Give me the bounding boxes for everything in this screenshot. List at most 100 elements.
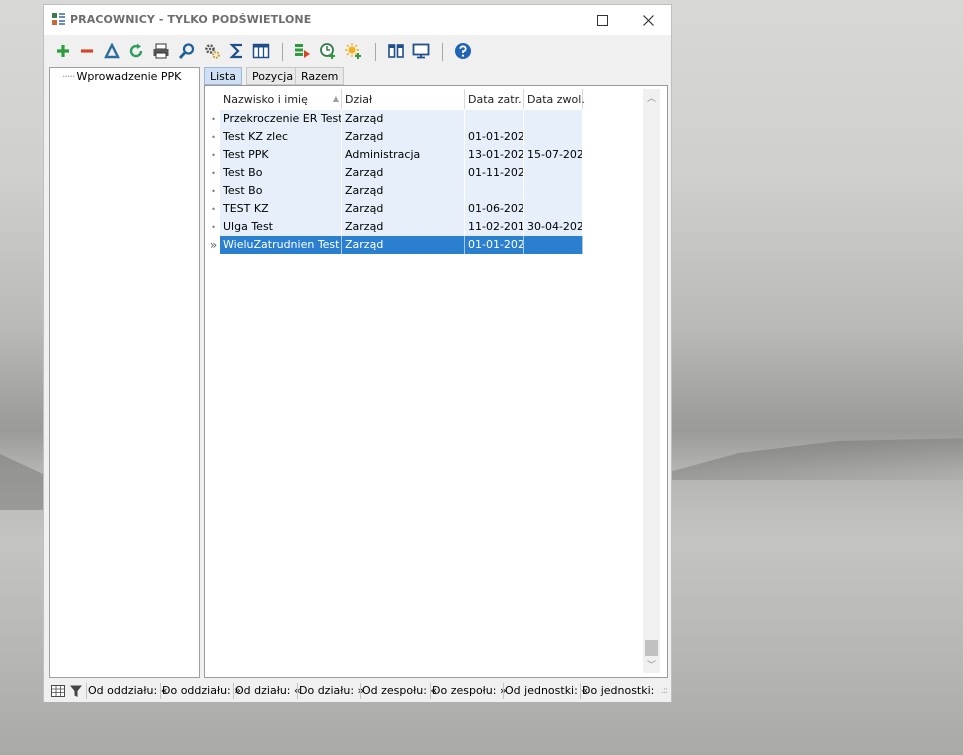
title-bar[interactable]: PRACOWNICY - TYLKO PODŚWIETLONE (44, 5, 671, 35)
export-icon (295, 44, 310, 58)
cell-department[interactable]: Zarząd (342, 164, 465, 182)
current-row-icon: » (207, 236, 220, 254)
column-header-hire-date[interactable]: Data zatr. (465, 89, 524, 109)
cell-department[interactable]: Zarząd (342, 128, 465, 146)
table-row[interactable]: •Test BoZarząd01-11-2021 (207, 164, 583, 182)
cell-name[interactable]: Test Bo (220, 164, 342, 182)
cell-leave-date[interactable] (524, 110, 583, 128)
cell-name[interactable]: TEST KZ (220, 200, 342, 218)
columns-button[interactable] (251, 41, 271, 61)
employee-grid: Nazwisko i imię ▲ Dział Data zatr. Data … (204, 85, 668, 678)
highlight-button[interactable] (343, 41, 363, 61)
sort-ascending-icon: ▲ (332, 94, 339, 103)
clock-button[interactable] (318, 41, 338, 61)
maximize-button[interactable] (579, 5, 625, 35)
cell-hire-date[interactable]: 01-06-2022 (465, 200, 524, 218)
toolbar-separator (282, 43, 283, 61)
table-row[interactable]: •TEST KZZarząd01-06-2022 (207, 200, 583, 218)
cell-leave-date[interactable]: 15-07-2023 (524, 146, 583, 164)
cell-leave-date[interactable] (524, 164, 583, 182)
table-row[interactable]: •Ulga TestZarząd11-02-201330-04-2023 (207, 218, 583, 236)
row-indicator-icon: • (207, 164, 220, 182)
column-header-department[interactable]: Dział (342, 89, 465, 109)
cell-hire-date[interactable]: 01-01-2023 (465, 236, 524, 254)
table-row[interactable]: »WieluZatrudnien TestZarząd01-01-2023 (207, 236, 583, 254)
edit-button[interactable] (102, 41, 122, 61)
cell-name[interactable]: Test Bo (220, 182, 342, 200)
cell-department[interactable]: Administracja (342, 146, 465, 164)
status-filter-item[interactable]: Do działu: » (299, 684, 364, 697)
status-filter-item[interactable]: Do zespołu: » (432, 684, 507, 697)
cell-leave-date[interactable]: 30-04-2023 (524, 218, 583, 236)
vertical-scrollbar[interactable]: ︿ ﹀ (643, 89, 660, 673)
cell-department[interactable]: Zarząd (342, 218, 465, 236)
status-filter-item[interactable]: Do jednostki: (582, 684, 654, 697)
sum-button[interactable] (227, 41, 247, 61)
toolbar-separator (375, 43, 376, 61)
status-filter-item[interactable]: Do oddziału: » (162, 684, 241, 697)
cell-name[interactable]: Test KZ zlec (220, 128, 342, 146)
tab-pozycja[interactable]: Pozycja (246, 67, 300, 85)
tab-lista[interactable]: Lista (204, 67, 242, 85)
grid-view-icon[interactable] (51, 684, 65, 698)
status-filter-item[interactable]: Od oddziału: « (88, 684, 167, 697)
remove-button[interactable] (77, 41, 97, 61)
close-button[interactable] (625, 5, 671, 35)
maximize-icon (596, 14, 608, 26)
cell-leave-date[interactable] (524, 182, 583, 200)
pracownicy-window: PRACOWNICY - TYLKO PODŚWIETLONE ····· Wp… (43, 4, 672, 702)
add-button[interactable] (53, 41, 73, 61)
cell-department[interactable]: Zarząd (342, 236, 465, 254)
toolbar (44, 35, 671, 67)
cell-leave-date[interactable] (524, 128, 583, 146)
cell-department[interactable]: Zarząd (342, 110, 465, 128)
cell-name[interactable]: Przekroczenie ER Test (220, 110, 342, 128)
cell-name[interactable]: Ulga Test (220, 218, 342, 236)
monitor-icon (412, 43, 430, 59)
column-header-leave-date[interactable]: Data zwol. (524, 89, 585, 109)
cell-name[interactable]: Test PPK (220, 146, 342, 164)
status-separator (233, 683, 234, 699)
cell-hire-date[interactable]: 01-01-2023 (465, 128, 524, 146)
tab-razem[interactable]: Razem (295, 67, 345, 85)
refresh-button[interactable] (126, 41, 146, 61)
filter-icon[interactable] (69, 684, 83, 698)
cell-department[interactable]: Zarząd (342, 200, 465, 218)
search-button[interactable] (177, 41, 197, 61)
cell-leave-date[interactable] (524, 200, 583, 218)
cell-hire-date[interactable]: 13-01-2023 (465, 146, 524, 164)
scroll-thumb[interactable] (645, 640, 658, 656)
settings-button[interactable] (202, 41, 222, 61)
table-row[interactable]: • Test Bo Zarząd (207, 182, 583, 200)
tree-item-wprowadzenie-ppk[interactable]: ····· Wprowadzenie PPK (62, 70, 181, 83)
scroll-up-icon[interactable]: ︿ (643, 89, 660, 106)
refresh-icon (129, 43, 143, 58)
cell-name[interactable]: WieluZatrudnien Test (220, 236, 342, 254)
cell-hire-date[interactable]: 11-02-2013 (465, 218, 524, 236)
highlight-icon (345, 43, 361, 59)
status-separator (297, 683, 298, 699)
cell-hire-date[interactable]: 01-11-2021 (465, 164, 524, 182)
cell-leave-date[interactable] (524, 236, 583, 254)
split-view-button[interactable] (386, 41, 406, 61)
column-header-name[interactable]: Nazwisko i imię ▲ (220, 89, 342, 109)
search-icon (178, 43, 195, 59)
status-bar: .:: Od oddziału: «Do oddziału: » Od dział… (44, 680, 671, 702)
status-filter-item[interactable]: Od jednostki: « (505, 684, 588, 697)
cell-hire-date[interactable] (465, 110, 524, 128)
export-button[interactable] (293, 41, 313, 61)
cell-department[interactable]: Zarząd (342, 182, 465, 200)
status-filter-item[interactable]: Od zespołu: « (362, 684, 437, 697)
print-button[interactable] (151, 41, 171, 61)
status-filter-item[interactable]: Od działu: « (235, 684, 301, 697)
cell-hire-date[interactable] (465, 182, 524, 200)
table-row[interactable]: •Test PPKAdministracja13-01-202315-07-20… (207, 146, 583, 164)
help-button[interactable] (453, 41, 473, 61)
add-icon (57, 45, 69, 57)
table-row[interactable]: • Przekroczenie ER Test Zarząd (207, 110, 583, 128)
monitor-button[interactable] (411, 41, 431, 61)
resize-grip-icon[interactable]: .:: (661, 686, 668, 696)
row-indicator-icon: • (207, 128, 220, 146)
scroll-down-icon[interactable]: ﹀ (643, 656, 660, 673)
table-row[interactable]: •Test KZ zlecZarząd01-01-2023 (207, 128, 583, 146)
